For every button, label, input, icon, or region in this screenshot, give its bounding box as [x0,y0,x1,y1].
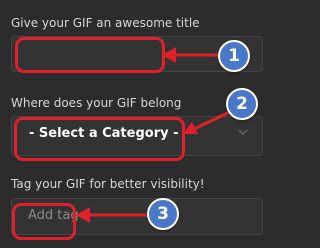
title-label: Give your GIF an awesome title [11,16,200,30]
arrow-icon-3 [76,207,148,223]
callout-badge-3: 3 [147,198,179,230]
highlight-box-title [15,37,165,73]
callout-badge-2: 2 [226,88,258,120]
highlight-box-tag [12,203,76,240]
chevron-down-icon [238,129,248,136]
arrow-icon-2 [183,109,233,134]
category-label: Where does your GIF belong [11,96,182,110]
tag-label: Tag your GIF for better visibility! [11,177,205,191]
arrow-icon-1 [162,47,218,63]
callout-badge-1: 1 [218,40,250,72]
highlight-box-category [14,117,185,161]
